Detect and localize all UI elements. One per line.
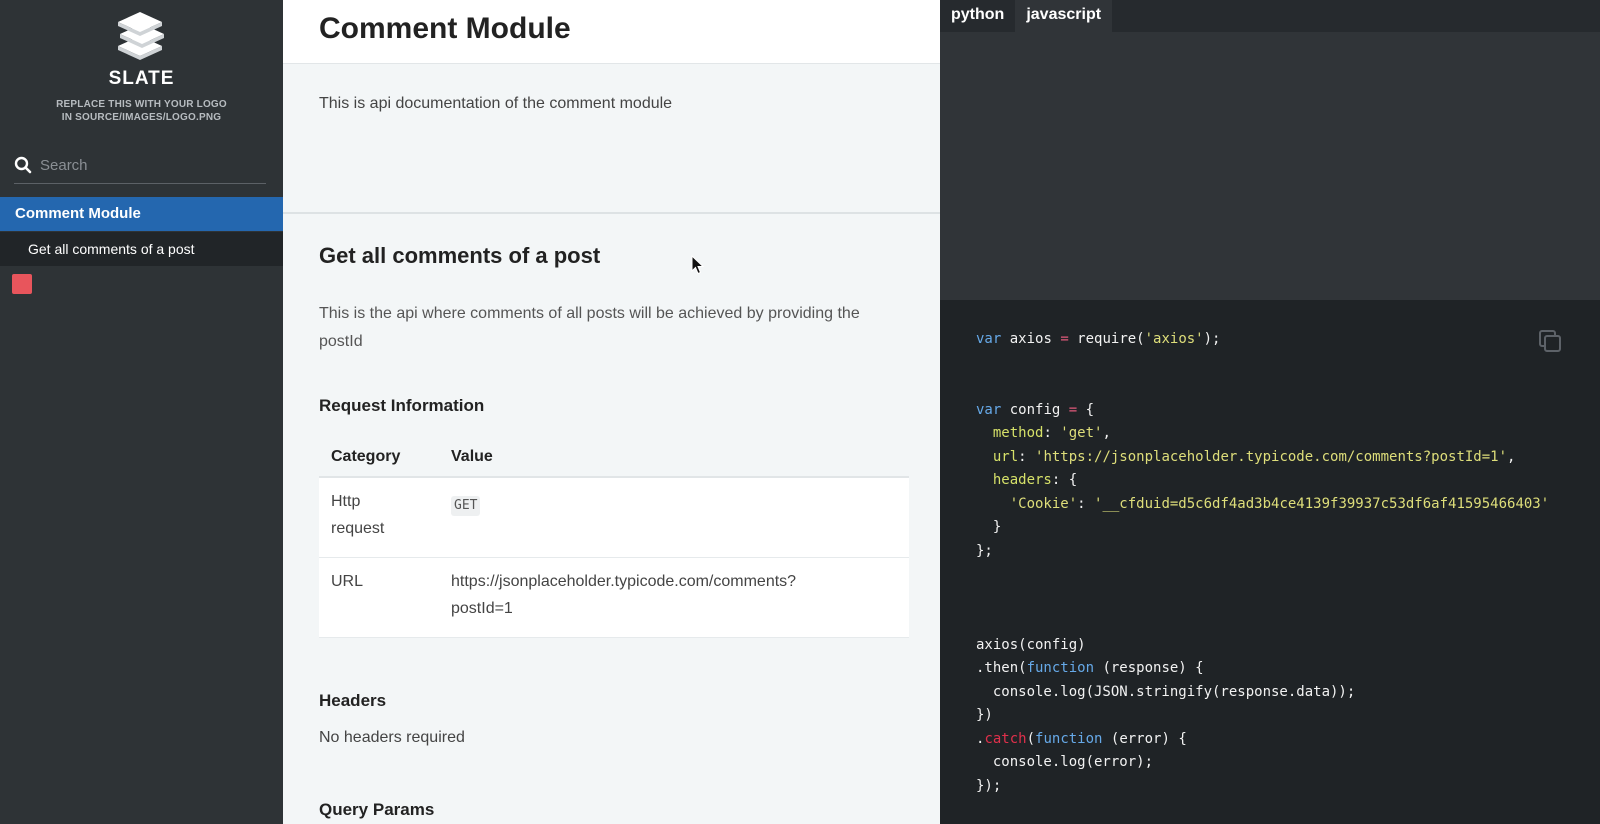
table-row: Http request GET — [319, 478, 909, 558]
code-token: 'Cookie' — [1009, 495, 1078, 512]
http-method-badge: GET — [451, 496, 481, 516]
code-token: }) — [976, 707, 993, 723]
section-description: This is the api where comments of all po… — [319, 305, 860, 350]
code-token: { — [1077, 401, 1095, 418]
tab-python[interactable]: python — [940, 0, 1015, 32]
code-token: } — [992, 519, 1002, 535]
cell-value-line2: postId=1 — [451, 600, 513, 617]
table-row: URL https://jsonplaceholder.typicode.com… — [319, 558, 909, 638]
code-block[interactable]: var axios = require('axios'); var config… — [976, 328, 1549, 798]
code-token: ); — [1203, 331, 1221, 347]
column-header-category: Category — [331, 448, 401, 465]
table-header: Category Value — [319, 436, 909, 478]
request-info-heading: Request Information — [319, 396, 485, 415]
intro-text: This is api documentation of the comment… — [319, 95, 673, 112]
code-token: console.log(error); — [992, 754, 1154, 770]
code-token: : — [1077, 495, 1095, 512]
cell-category: URL — [331, 573, 364, 590]
cell-category-line2: request — [331, 520, 385, 537]
code-token: (response) { — [1094, 660, 1204, 676]
code-token: }; — [976, 542, 993, 559]
page-title: Comment Module — [319, 12, 571, 45]
query-params-heading: Query Params — [319, 800, 435, 819]
cell-value: https://jsonplaceholder.typicode.com/com… — [451, 568, 871, 622]
code-token: function — [1026, 660, 1095, 676]
headers-heading: Headers — [319, 691, 387, 710]
cell-value-line1: https://jsonplaceholder.typicode.com/com… — [451, 573, 797, 590]
code-token: url — [992, 448, 1019, 465]
section-title: Get all comments of a post — [319, 243, 601, 268]
logo-note-line1: REPLACE THIS WITH YOUR LOGO — [56, 99, 227, 110]
red-indicator-square[interactable] — [12, 274, 32, 294]
headers-text: No headers required — [319, 729, 465, 746]
code-token: = — [1068, 401, 1078, 418]
code-token: , — [1507, 448, 1516, 465]
search-input[interactable] — [40, 152, 264, 178]
code-token: : — [1018, 448, 1036, 465]
code-token: headers — [992, 472, 1052, 488]
code-token: config — [1001, 401, 1069, 418]
code-token: axios(config) — [976, 636, 1086, 653]
sidebar: SLATE REPLACE THIS WITH YOUR LOGO IN SOU… — [0, 0, 283, 824]
code-panel-top-area — [940, 32, 1600, 300]
code-token: 'axios' — [1144, 331, 1204, 347]
cell-category: Http request — [331, 488, 431, 542]
logo-placeholder-note: REPLACE THIS WITH YOUR LOGO IN SOURCE/IM… — [0, 98, 283, 124]
logo-note-line2: IN SOURCE/IMAGES/LOGO.PNG — [61, 112, 222, 123]
code-token: (error) { — [1102, 730, 1187, 747]
tab-javascript[interactable]: javascript — [1015, 0, 1113, 32]
code-token: : { — [1051, 472, 1078, 488]
code-token: '__cfduid=d5c6df4ad3b4ce4139f39937c53df6… — [1094, 495, 1550, 512]
books-logo-icon[interactable] — [112, 12, 168, 60]
cell-category-line1: Http — [331, 493, 361, 510]
code-token: var — [976, 401, 1002, 418]
code-token: console.log(JSON.stringify(response.data… — [992, 683, 1356, 700]
code-token: 'get' — [1060, 425, 1103, 441]
sidebar-item-get-all-comments[interactable]: Get all comments of a post — [0, 232, 283, 266]
code-panel: python javascript var axios = require('a… — [940, 0, 1600, 824]
sidebar-item-comment-module[interactable]: Comment Module — [0, 197, 283, 231]
code-token: : — [1043, 425, 1061, 441]
code-token: function — [1035, 730, 1103, 747]
code-token: catch — [984, 730, 1027, 747]
code-token: = — [1060, 331, 1069, 347]
language-tabs: python javascript — [940, 0, 1113, 32]
code-token: require( — [1068, 331, 1145, 347]
code-token: 'https://jsonplaceholder.typicode.com/co… — [1035, 448, 1508, 465]
title-bar: Comment Module — [283, 0, 940, 64]
column-header-value: Value — [451, 448, 493, 465]
request-info-table: Category Value Http request GET URL http… — [319, 436, 909, 638]
cell-value: GET — [451, 491, 871, 518]
main-content: Comment Module This is api documentation… — [283, 0, 940, 824]
code-token: }); — [976, 777, 1002, 794]
code-token: var — [976, 331, 1002, 347]
section-divider — [283, 212, 940, 214]
search-box — [14, 150, 266, 184]
code-token: .then( — [976, 660, 1027, 676]
code-token: ( — [1026, 730, 1036, 747]
code-token: axios — [1001, 331, 1061, 347]
mouse-cursor-icon — [691, 255, 705, 275]
code-token: method — [992, 425, 1044, 441]
search-icon — [14, 156, 32, 174]
code-token: , — [1102, 425, 1111, 441]
brand-name: SLATE — [108, 68, 175, 89]
